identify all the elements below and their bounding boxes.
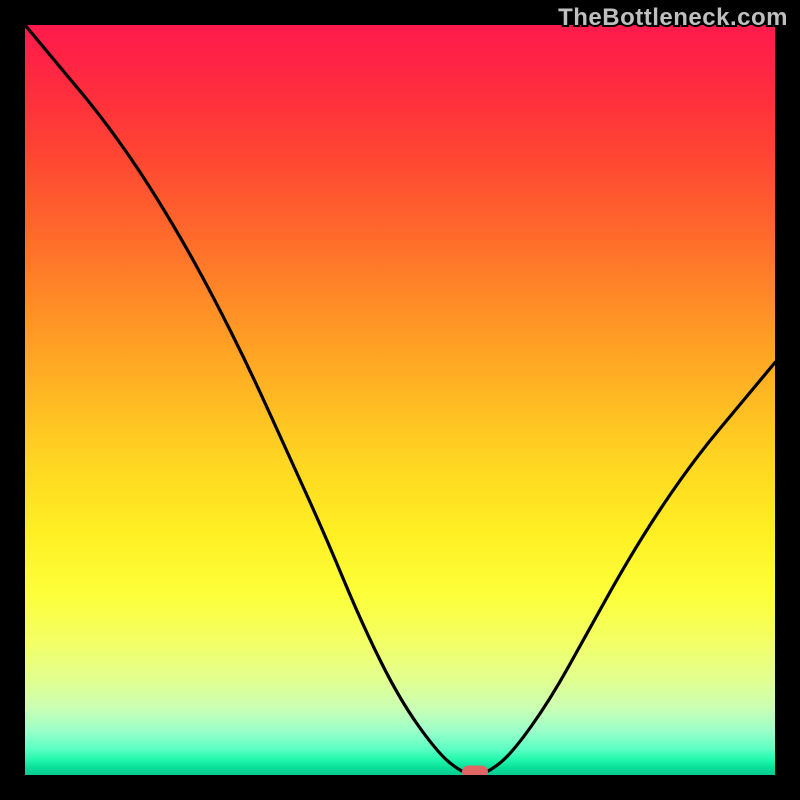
chart-frame: TheBottleneck.com TheBottleneck.com <box>0 0 800 800</box>
curve-path <box>25 25 775 774</box>
plot-area <box>25 25 775 775</box>
watermark: TheBottleneck.com <box>558 4 788 32</box>
bottleneck-curve <box>25 25 775 775</box>
optimal-marker <box>462 766 488 776</box>
